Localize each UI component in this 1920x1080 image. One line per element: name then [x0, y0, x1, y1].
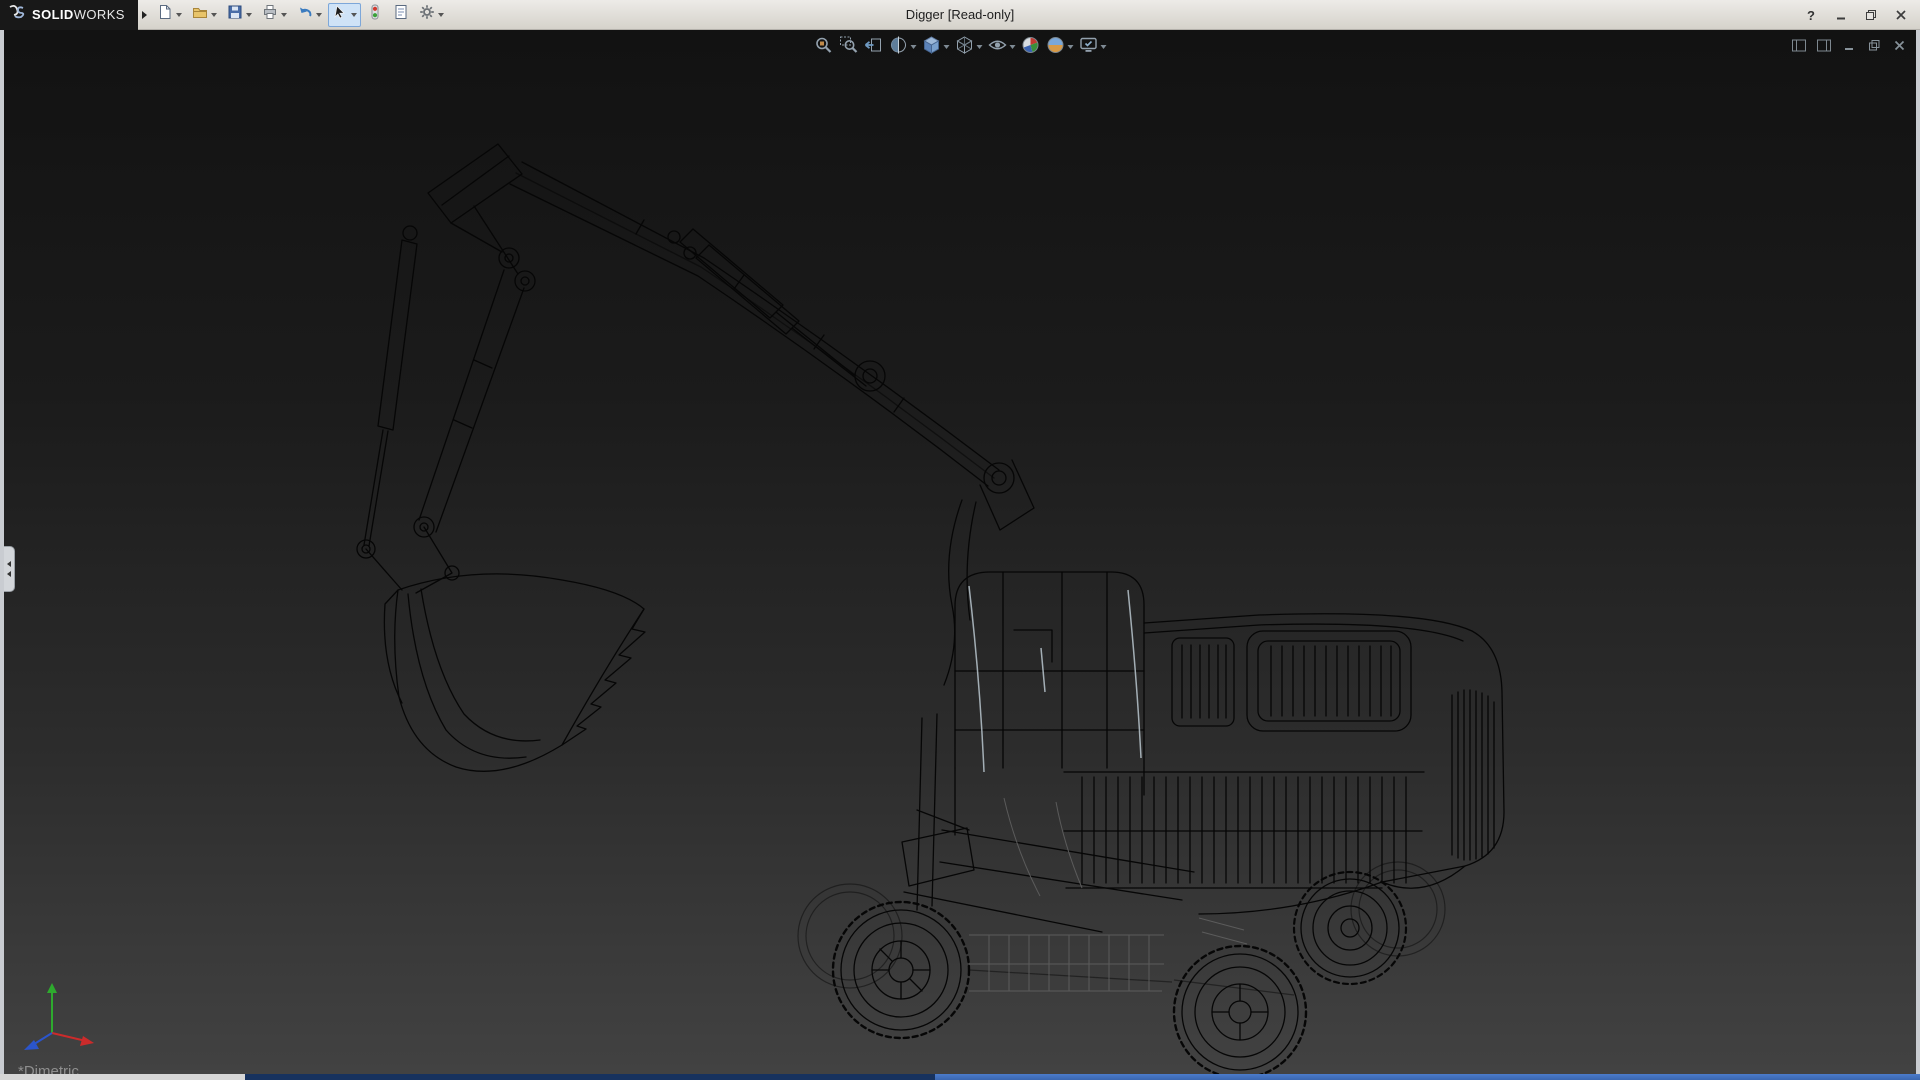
- model-wireframe: [4, 30, 1916, 1074]
- chevron-down-icon: [351, 13, 357, 17]
- chevron-down-icon: [438, 13, 444, 17]
- display-style-button[interactable]: [953, 35, 985, 59]
- document-close-button[interactable]: [1890, 36, 1908, 54]
- chevron-down-icon: [211, 13, 217, 17]
- file-properties-button[interactable]: [389, 3, 413, 27]
- orientation-triad: [18, 975, 104, 1058]
- magnifier-icon: [814, 35, 834, 60]
- dassault-3ds-logo-icon: [7, 4, 27, 25]
- new-document-icon: [157, 4, 173, 25]
- document-window-controls: [1790, 36, 1908, 54]
- tile-left-pane-button[interactable]: [1790, 36, 1808, 54]
- brand-light: WORKS: [74, 7, 125, 22]
- taskbar-blue-segment[interactable]: [935, 1074, 1920, 1080]
- titlebar: SOLIDWORKS: [0, 0, 1920, 30]
- display-style-cube-icon: [955, 35, 975, 60]
- save-button[interactable]: [223, 3, 256, 27]
- magnifier-area-icon: [839, 35, 859, 60]
- chevron-down-icon: [944, 45, 950, 49]
- eye-icon: [988, 35, 1008, 60]
- document-restore-button[interactable]: [1865, 36, 1883, 54]
- gear-icon: [419, 4, 435, 25]
- chevron-down-icon: [1068, 45, 1074, 49]
- tile-right-pane-button[interactable]: [1815, 36, 1833, 54]
- edit-appearance-button[interactable]: [1019, 35, 1043, 59]
- cursor-arrow-icon: [332, 4, 348, 25]
- document-info-icon: [393, 4, 409, 25]
- panel-collapse-tab[interactable]: [4, 546, 15, 592]
- print-button[interactable]: [258, 3, 291, 27]
- app-window: SOLIDWORKS: [0, 0, 1920, 1080]
- select-button[interactable]: [328, 3, 361, 27]
- new-document-button[interactable]: [153, 3, 186, 27]
- chevron-down-icon: [281, 13, 287, 17]
- window-title: Digger [Read-only]: [906, 7, 1014, 22]
- collapse-arrow-icon: [7, 571, 11, 577]
- apply-scene-button[interactable]: [1044, 35, 1076, 59]
- rebuild-button[interactable]: [363, 3, 387, 27]
- view-settings-button[interactable]: [1077, 35, 1109, 59]
- taskbar-strip[interactable]: [0, 1074, 1920, 1080]
- floppy-disk-icon: [227, 4, 243, 25]
- document-minimize-button[interactable]: [1840, 36, 1858, 54]
- chevron-down-icon: [1010, 45, 1016, 49]
- brand-text: SOLIDWORKS: [32, 7, 125, 22]
- graphics-viewport[interactable]: *Dimetric: [0, 30, 1920, 1074]
- window-controls: ?: [1802, 0, 1910, 30]
- chevron-down-icon: [977, 45, 983, 49]
- previous-view-button[interactable]: [862, 35, 886, 59]
- hide-show-items-button[interactable]: [986, 35, 1018, 59]
- appearance-ball-icon: [1021, 35, 1041, 60]
- minimize-button[interactable]: [1832, 6, 1850, 24]
- view-settings-icon: [1079, 35, 1099, 60]
- restore-button[interactable]: [1862, 6, 1880, 24]
- undo-button[interactable]: [293, 3, 326, 27]
- undo-arrow-icon: [297, 4, 313, 25]
- traffic-light-icon: [367, 4, 383, 25]
- zoom-to-area-button[interactable]: [837, 35, 861, 59]
- options-button[interactable]: [415, 3, 448, 27]
- cube-icon: [922, 35, 942, 60]
- previous-view-icon: [864, 35, 884, 60]
- taskbar-navy-segment[interactable]: [245, 1074, 935, 1080]
- open-document-button[interactable]: [188, 3, 221, 27]
- chevron-down-icon: [911, 45, 917, 49]
- section-view-button[interactable]: [887, 35, 919, 59]
- close-button[interactable]: [1892, 6, 1910, 24]
- taskbar-frame-segment: [0, 1074, 245, 1080]
- heads-up-view-toolbar: [812, 35, 1109, 59]
- view-orientation-label: *Dimetric: [18, 1063, 79, 1074]
- brand-bold: SOLID: [32, 7, 74, 22]
- chevron-down-icon: [246, 13, 252, 17]
- collapse-arrow-icon: [7, 561, 11, 567]
- printer-icon: [262, 4, 278, 25]
- section-sphere-icon: [889, 35, 909, 60]
- solidworks-logo: SOLIDWORKS: [0, 0, 138, 30]
- main-toolbar: [153, 3, 448, 27]
- chevron-down-icon: [1101, 45, 1107, 49]
- chevron-down-icon: [176, 13, 182, 17]
- toolbar-expand-arrow-icon[interactable]: [142, 11, 147, 19]
- zoom-to-fit-button[interactable]: [812, 35, 836, 59]
- open-folder-icon: [192, 4, 208, 25]
- chevron-down-icon: [316, 13, 322, 17]
- help-button[interactable]: ?: [1802, 6, 1820, 24]
- scene-sphere-icon: [1046, 35, 1066, 60]
- view-orientation-button[interactable]: [920, 35, 952, 59]
